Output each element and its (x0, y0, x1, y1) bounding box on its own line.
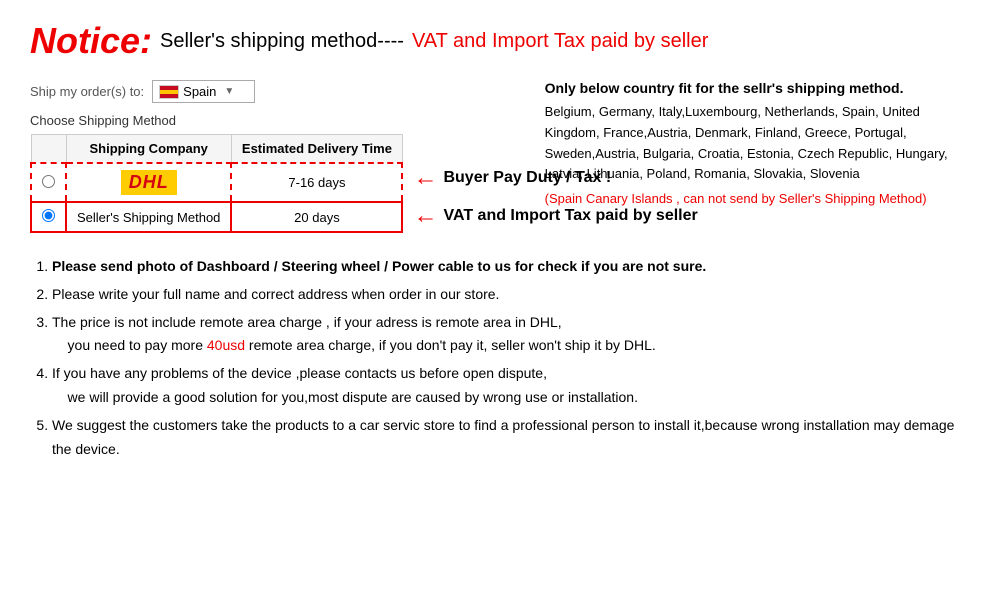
note-item-4: If you have any problems of the device ,… (52, 362, 970, 410)
note-item-2: Please write your full name and correct … (52, 283, 970, 307)
seller-radio[interactable] (31, 202, 66, 232)
notice-label: Notice: (30, 20, 152, 62)
notes-list: Please send photo of Dashboard / Steerin… (30, 255, 970, 461)
table-header-radio (31, 135, 66, 164)
main-content: Ship my order(s) to: Spain ▼ Choose Ship… (30, 80, 970, 233)
shipping-table: Shipping Company Estimated Delivery Time… (30, 134, 403, 233)
arrow-left-icon-dhl: ← (413, 166, 437, 190)
notice-header: Notice: Seller's shipping method---- VAT… (30, 20, 970, 62)
seller-company-cell: Seller's Shipping Method (66, 202, 231, 232)
note-3-text: The price is not include remote area cha… (52, 314, 656, 354)
country-select[interactable]: Spain ▼ (152, 80, 255, 103)
note-1-bold: Please send photo of Dashboard / Steerin… (52, 258, 706, 274)
note-4-text: If you have any problems of the device ,… (52, 365, 638, 405)
note-item-3: The price is not include remote area cha… (52, 311, 970, 359)
country-list-title: Only below country fit for the sellr's s… (545, 80, 970, 96)
arrow-left-icon-seller: ← (413, 204, 437, 228)
notice-text-red: VAT and Import Tax paid by seller (412, 30, 708, 53)
table-and-annotations: Shipping Company Estimated Delivery Time… (30, 134, 525, 233)
note-5-text: We suggest the customers take the produc… (52, 417, 954, 457)
ship-to-label: Ship my order(s) to: (30, 84, 144, 99)
table-header-company: Shipping Company (66, 135, 231, 164)
note-item-5: We suggest the customers take the produc… (52, 414, 970, 462)
notice-text-normal: Seller's shipping method---- (160, 30, 404, 53)
bottom-notes: Please send photo of Dashboard / Steerin… (30, 255, 970, 461)
dhl-logo: DHL (121, 170, 177, 195)
seller-delivery-cell: 20 days (231, 202, 402, 232)
table-row-dhl: DHL 7-16 days (31, 163, 402, 202)
right-panel: Only below country fit for the sellr's s… (545, 80, 970, 233)
dropdown-arrow-icon: ▼ (224, 86, 234, 97)
dhl-radio-input[interactable] (42, 175, 55, 188)
note-item-1: Please send photo of Dashboard / Steerin… (52, 255, 970, 279)
note-2-text: Please write your full name and correct … (52, 286, 499, 302)
spain-flag-icon (159, 85, 179, 99)
dhl-company-cell: DHL (66, 163, 231, 202)
note-3-highlight: 40usd (207, 337, 245, 353)
dhl-delivery-cell: 7-16 days (231, 163, 402, 202)
table-row-seller: Seller's Shipping Method 20 days (31, 202, 402, 232)
shipping-table-wrapper: Shipping Company Estimated Delivery Time… (30, 134, 403, 233)
left-panel: Ship my order(s) to: Spain ▼ Choose Ship… (30, 80, 525, 233)
ship-to-row: Ship my order(s) to: Spain ▼ (30, 80, 525, 103)
table-header-delivery: Estimated Delivery Time (231, 135, 402, 164)
canary-note: (Spain Canary Islands , can not send by … (545, 191, 970, 206)
country-name: Spain (183, 84, 216, 99)
dhl-radio[interactable] (31, 163, 66, 202)
country-list: Belgium, Germany, Italy,Luxembourg, Neth… (545, 102, 970, 185)
choose-shipping-label: Choose Shipping Method (30, 113, 525, 128)
seller-radio-input[interactable] (42, 209, 55, 222)
